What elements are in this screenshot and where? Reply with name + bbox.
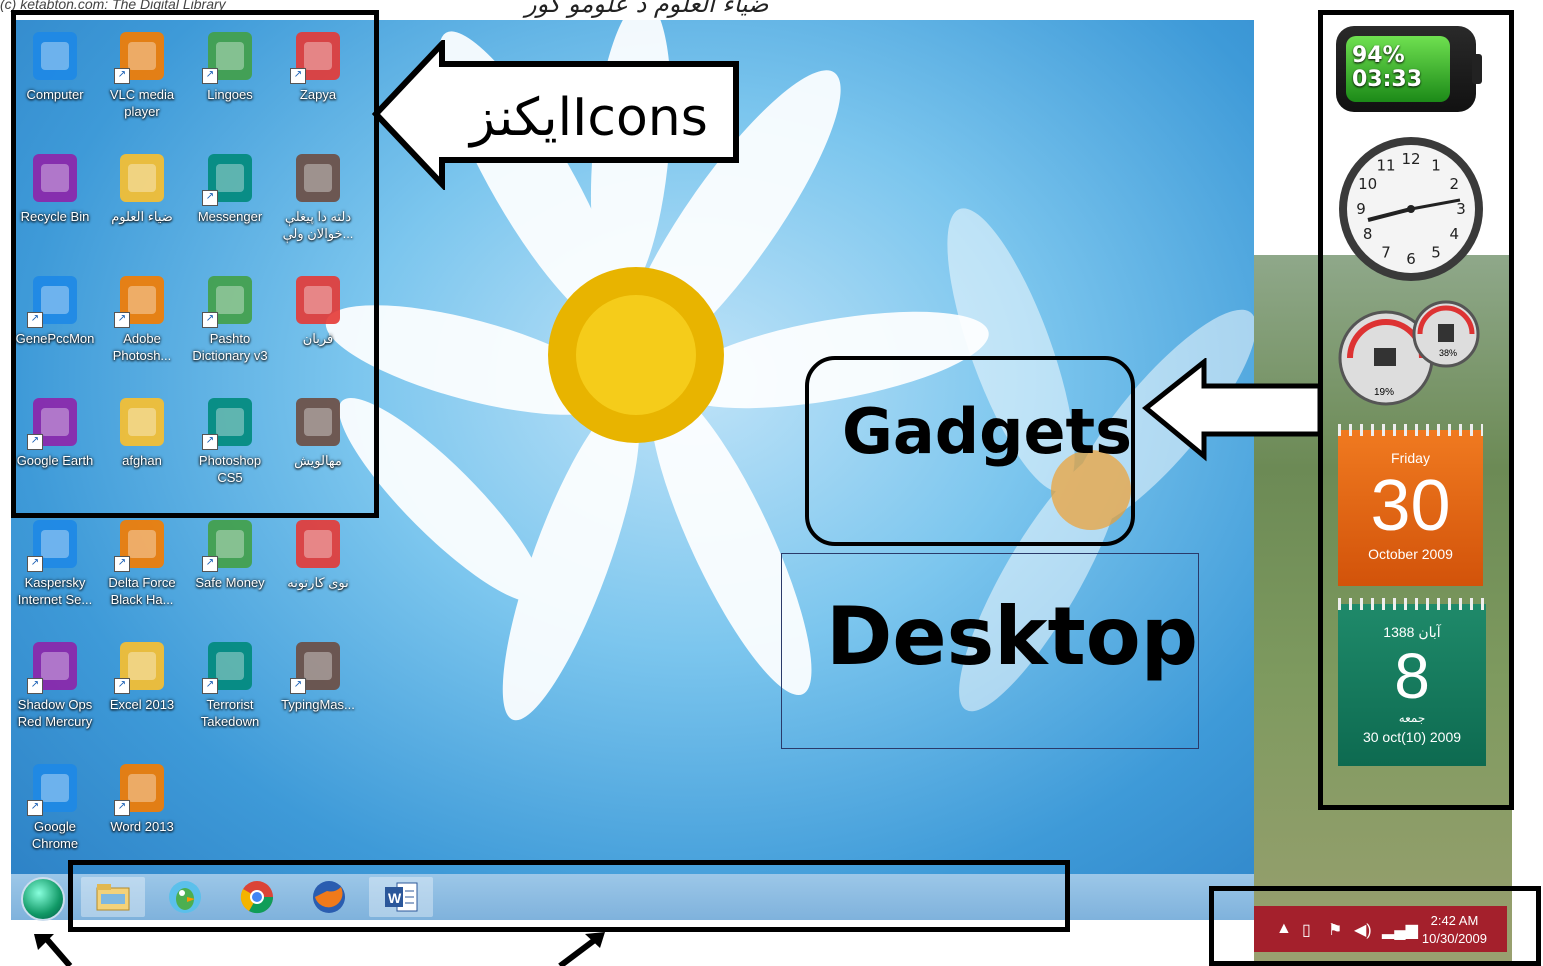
- icons-label: ایکنزIcons: [470, 88, 708, 148]
- desktop-icon-label: Terrorist Takedown: [200, 697, 260, 729]
- desktop-icon[interactable]: ↗ Safe Money: [186, 516, 274, 591]
- desktop-icon[interactable]: نوی کارتونه: [274, 516, 362, 591]
- shortcut-arrow-icon: ↗: [114, 800, 130, 816]
- taskbar-highlight-box: [68, 860, 1070, 932]
- gadgets-label: Gadgets: [842, 395, 1133, 468]
- shortcut-arrow-icon: ↗: [27, 556, 43, 572]
- desktop-icon-label: Shadow Ops Red Mercury: [17, 697, 93, 729]
- shortcut-arrow-icon: ↗: [114, 556, 130, 572]
- desktop-icon-label: Kaspersky Internet Se...: [17, 575, 93, 607]
- desktop-icon[interactable]: ↗ Word 2013: [98, 760, 186, 835]
- desktop-icon-label: نوی کارتونه: [287, 575, 349, 590]
- soldier-icon: ↗: [114, 516, 170, 572]
- desktop-icon[interactable]: ↗ Kaspersky Internet Se...: [11, 516, 99, 608]
- start-orb-icon[interactable]: [21, 877, 65, 921]
- shortcut-arrow-icon: ↗: [290, 678, 306, 694]
- typingmaster-icon: ↗: [290, 638, 346, 694]
- desktop-icon-label: Word 2013: [110, 819, 174, 834]
- gadgets-arrow: [1142, 358, 1323, 462]
- icons-highlight-box: [11, 10, 379, 518]
- desktop-icon[interactable]: ↗ Shadow Ops Red Mercury: [11, 638, 99, 730]
- shortcut-arrow-icon: ↗: [114, 678, 130, 694]
- gadgets-highlight-box: [1318, 10, 1514, 810]
- kaspersky-icon: ↗: [27, 516, 83, 572]
- safe-money-icon: ↗: [202, 516, 258, 572]
- shortcut-arrow-icon: ↗: [27, 800, 43, 816]
- desktop-icon[interactable]: ↗ Delta Force Black Ha...: [98, 516, 186, 608]
- page-title: ضیاء العلوم د علومو کور: [525, 0, 769, 18]
- desktop-icon[interactable]: ↗ Terrorist Takedown: [186, 638, 274, 730]
- desktop-label: Desktop: [826, 590, 1198, 683]
- pdf-collage-icon: [290, 516, 346, 572]
- bottom-arrows: [34, 932, 605, 966]
- shortcut-arrow-icon: ↗: [27, 678, 43, 694]
- excel-icon: ↗: [114, 638, 170, 694]
- chrome-icon: ↗: [27, 760, 83, 816]
- desktop-icon[interactable]: ↗ Excel 2013: [98, 638, 186, 713]
- shortcut-arrow-icon: ↗: [202, 678, 218, 694]
- desktop-icon-label: Google Chrome: [31, 819, 79, 851]
- word-icon: ↗: [114, 760, 170, 816]
- desktop-icon-label: Safe Money: [195, 575, 265, 590]
- terrorist-takedown-icon: ↗: [202, 638, 258, 694]
- desktop-icon-label: Excel 2013: [109, 697, 175, 712]
- desktop-icon[interactable]: ↗ Google Chrome: [11, 760, 99, 852]
- desktop-icon-label: Delta Force Black Ha...: [108, 575, 176, 607]
- shadow-ops-icon: ↗: [27, 638, 83, 694]
- tray-highlight-box: [1209, 886, 1541, 966]
- desktop-icon[interactable]: ↗ TypingMas...: [274, 638, 362, 713]
- shortcut-arrow-icon: ↗: [202, 556, 218, 572]
- desktop-icon-label: TypingMas...: [281, 697, 355, 712]
